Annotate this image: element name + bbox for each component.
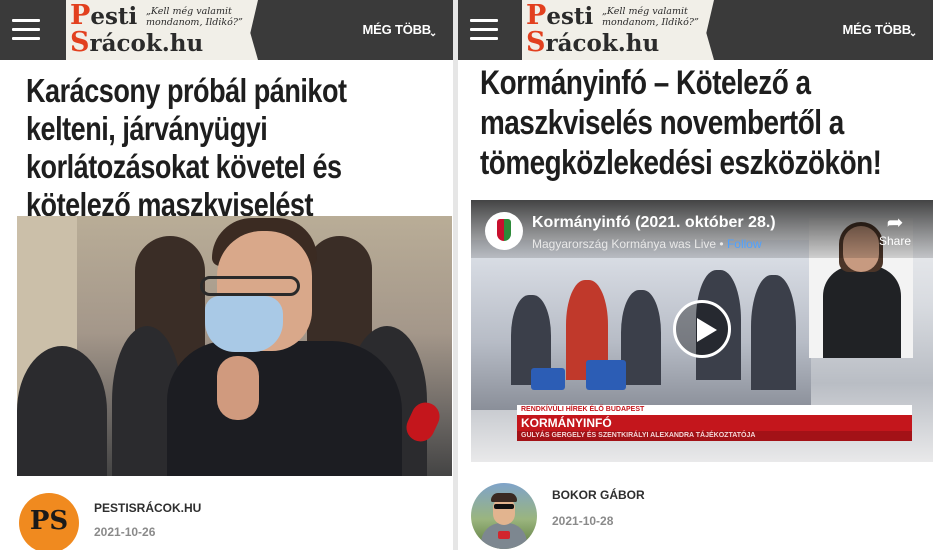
shirt-logo — [498, 531, 510, 539]
channel-name[interactable]: Magyarország Kormánya was Live — [532, 237, 716, 251]
logo-text: Srácok.hu — [526, 27, 660, 58]
audience-figure — [621, 290, 661, 385]
logo-text: Pesti — [70, 0, 138, 31]
header-bar: Pesti Srácok.hu „Kell még valamit mondan… — [0, 0, 453, 60]
logo-tagline: „Kell még valamit mondanom, Ildikó?” — [146, 6, 243, 28]
logo-tagline: „Kell még valamit mondanom, Ildikó?” — [602, 6, 699, 28]
publish-date: 2021-10-28 — [552, 514, 614, 528]
author-name[interactable]: BOKOR GÁBOR — [552, 488, 645, 502]
glasses — [200, 276, 300, 296]
chevron-down-icon: ⌄ — [908, 28, 917, 39]
ticker-top: RENDKÍVÜLI HÍREK ÉLŐ BUDAPEST — [517, 405, 912, 415]
more-menu-button[interactable]: MÉG TÖBB ⌄ — [843, 22, 918, 39]
video-subtitle: Magyarország Kormánya was Live • Follow — [532, 237, 762, 251]
site-logo[interactable]: Pesti Srácok.hu „Kell még valamit mondan… — [66, 0, 258, 60]
author-avatar[interactable] — [471, 483, 537, 549]
article-card-right: Pesti Srácok.hu „Kell még valamit mondan… — [458, 0, 933, 550]
play-icon[interactable] — [673, 300, 731, 358]
publish-date: 2021-10-26 — [94, 525, 156, 539]
ticker-headline: KORMÁNYINFÓ — [517, 415, 912, 431]
avatar-cap — [491, 493, 517, 502]
person-hand — [217, 356, 259, 420]
site-logo[interactable]: Pesti Srácok.hu „Kell még valamit mondan… — [522, 0, 714, 60]
interpreter-body — [823, 266, 901, 358]
face-mask — [205, 296, 283, 352]
chevron-down-icon: ⌄ — [428, 28, 437, 39]
coat-of-arms-icon — [497, 219, 511, 241]
chair — [586, 360, 626, 390]
news-ticker: RENDKÍVÜLI HÍREK ÉLŐ BUDAPEST KORMÁNYINF… — [517, 405, 912, 441]
video-title[interactable]: Kormányinfó (2021. október 28.) — [532, 214, 776, 232]
article-photo[interactable] — [17, 216, 452, 476]
logo-text: Srácok.hu — [70, 27, 204, 58]
separator: • — [716, 237, 727, 251]
hamburger-icon[interactable] — [12, 19, 40, 41]
share-button[interactable]: ➦ Share — [875, 212, 915, 248]
follow-link[interactable]: Follow — [727, 237, 762, 251]
author-name[interactable]: PESTISRÁCOK.HU — [94, 501, 201, 515]
crowd-figure — [17, 346, 107, 476]
channel-avatar[interactable] — [485, 212, 523, 250]
logo-text: Pesti — [526, 0, 594, 31]
article-headline[interactable]: Karácsony próbál pánikot kelteni, járván… — [26, 72, 436, 224]
audience-figure — [751, 275, 796, 390]
header-bar: Pesti Srácok.hu „Kell még valamit mondan… — [458, 0, 933, 60]
avatar-initials: PS — [29, 506, 69, 536]
hamburger-icon[interactable] — [470, 19, 498, 41]
sunglasses — [494, 504, 514, 509]
share-label: Share — [878, 234, 912, 248]
more-menu-button[interactable]: MÉG TÖBB ⌄ — [363, 22, 438, 39]
author-avatar[interactable]: PS — [19, 493, 79, 550]
article-card-left: Pesti Srácok.hu „Kell még valamit mondan… — [0, 0, 453, 550]
ticker-subline: GULYÁS GERGELY ÉS SZENTKIRÁLYI ALEXANDRA… — [517, 431, 912, 441]
video-embed[interactable]: Kormányinfó (2021. október 28.) Magyaror… — [471, 200, 933, 462]
chair — [531, 368, 565, 390]
share-arrow-icon: ➦ — [886, 212, 904, 234]
article-headline[interactable]: Kormányinfó – Kötelező a maszkviselés no… — [480, 63, 906, 183]
person-coat — [167, 341, 402, 476]
